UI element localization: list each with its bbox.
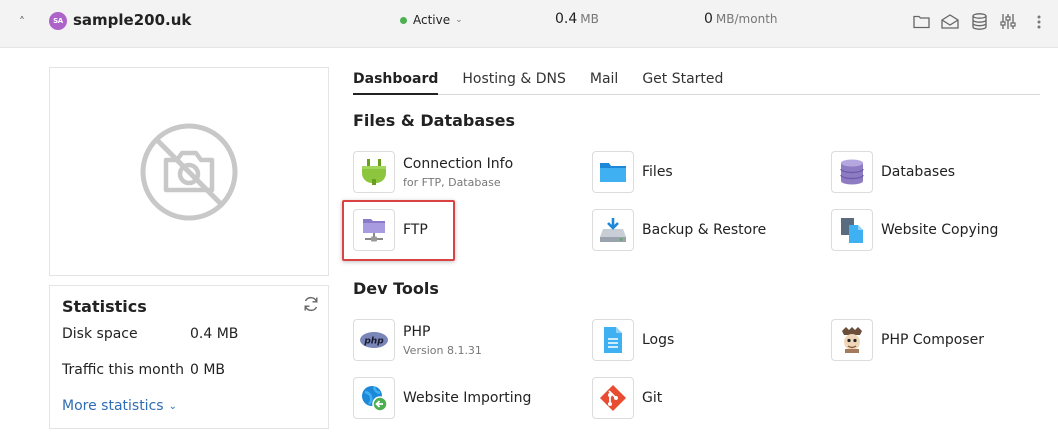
folder-icon bbox=[592, 151, 634, 193]
collapse-chevron-icon[interactable]: ˄ bbox=[14, 12, 30, 32]
statistics-card: Statistics Disk space 0.4 MB Traffic thi… bbox=[49, 285, 329, 429]
status-dropdown[interactable]: Active ⌄ bbox=[400, 13, 463, 27]
website-importing-button[interactable]: Website Importing bbox=[353, 377, 531, 419]
website-importing-label: Website Importing bbox=[403, 390, 532, 406]
ftp-highlight-frame bbox=[342, 200, 455, 261]
stat-value-disk: 0.4 MB bbox=[190, 326, 239, 342]
more-statistics-link[interactable]: More statistics ⌄ bbox=[62, 398, 177, 414]
tab-bar: Dashboard Hosting & DNS Mail Get Started bbox=[353, 70, 1040, 95]
php-composer-label: PHP Composer bbox=[881, 332, 984, 348]
traffic-unit: MB/month bbox=[715, 12, 778, 26]
site-avatar: SA bbox=[49, 12, 67, 30]
website-copying-button[interactable]: Website Copying bbox=[831, 209, 998, 251]
tab-dashboard[interactable]: Dashboard bbox=[353, 70, 439, 95]
sliders-icon[interactable] bbox=[998, 11, 1018, 31]
backup-icon bbox=[592, 209, 634, 251]
site-preview[interactable] bbox=[49, 67, 329, 276]
php-label: PHP bbox=[403, 323, 431, 340]
refresh-icon[interactable] bbox=[302, 295, 320, 313]
stat-label-disk: Disk space bbox=[62, 326, 138, 342]
backup-restore-label: Backup & Restore bbox=[642, 222, 767, 238]
stat-value-traffic: 0 MB bbox=[190, 362, 226, 378]
git-label: Git bbox=[642, 390, 663, 406]
files-label: Files bbox=[642, 164, 673, 180]
php-version: Version 8.1.31 bbox=[403, 343, 482, 357]
backup-restore-button[interactable]: Backup & Restore bbox=[592, 209, 766, 251]
copy-icon bbox=[831, 209, 873, 251]
database-icon[interactable] bbox=[969, 11, 989, 31]
git-button[interactable]: Git bbox=[592, 377, 662, 419]
tab-mail[interactable]: Mail bbox=[590, 70, 618, 95]
php-badge-text: php bbox=[363, 337, 384, 347]
tab-get-started[interactable]: Get Started bbox=[642, 70, 723, 95]
logs-icon bbox=[592, 319, 634, 361]
tab-hosting-dns[interactable]: Hosting & DNS bbox=[462, 70, 565, 95]
databases-label: Databases bbox=[881, 164, 956, 180]
stat-label-traffic: Traffic this month bbox=[62, 362, 184, 378]
website-copying-label: Website Copying bbox=[881, 222, 999, 238]
disk-usage: 0.4 MB bbox=[555, 11, 599, 27]
php-button[interactable]: php PHP Version 8.1.31 bbox=[353, 319, 482, 361]
more-statistics-label: More statistics bbox=[62, 398, 164, 414]
php-icon: php bbox=[353, 319, 395, 361]
status-dot-icon bbox=[400, 16, 407, 24]
header-toolbar bbox=[911, 11, 1018, 31]
subscription-header: ˄ SA sample200.uk Active ⌄ 0.4 MB 0 MB/mon… bbox=[0, 0, 1058, 48]
statistics-title: Statistics bbox=[62, 297, 147, 316]
traffic-value: 0 bbox=[704, 11, 713, 27]
chevron-down-icon: ⌄ bbox=[168, 400, 177, 412]
logs-button[interactable]: Logs bbox=[592, 319, 674, 361]
connection-info-button[interactable]: Connection Info for FTP, Database bbox=[353, 151, 513, 193]
kebab-menu-icon[interactable] bbox=[1034, 12, 1044, 32]
domain-name[interactable]: sample200.uk bbox=[73, 11, 191, 29]
mail-icon[interactable] bbox=[940, 11, 960, 31]
connection-info-subtitle: for FTP, Database bbox=[403, 175, 501, 189]
composer-icon bbox=[831, 319, 873, 361]
import-icon bbox=[353, 377, 395, 419]
files-button[interactable]: Files bbox=[592, 151, 673, 193]
database-icon bbox=[831, 151, 873, 193]
section-title-dev-tools: Dev Tools bbox=[353, 279, 439, 298]
folder-icon[interactable] bbox=[911, 11, 931, 31]
connection-info-label: Connection Info bbox=[403, 155, 514, 172]
chevron-down-icon: ⌄ bbox=[455, 15, 463, 25]
disk-unit: MB bbox=[580, 12, 599, 26]
section-title-files-databases: Files & Databases bbox=[353, 111, 516, 130]
php-composer-button[interactable]: PHP Composer bbox=[831, 319, 984, 361]
no-camera-icon bbox=[140, 123, 238, 220]
git-icon bbox=[592, 377, 634, 419]
status-label: Active bbox=[413, 13, 451, 27]
logs-label: Logs bbox=[642, 332, 675, 348]
traffic-usage: 0 MB/month bbox=[704, 11, 778, 27]
disk-value: 0.4 bbox=[555, 11, 578, 27]
databases-button[interactable]: Databases bbox=[831, 151, 955, 193]
plug-icon bbox=[353, 151, 395, 193]
